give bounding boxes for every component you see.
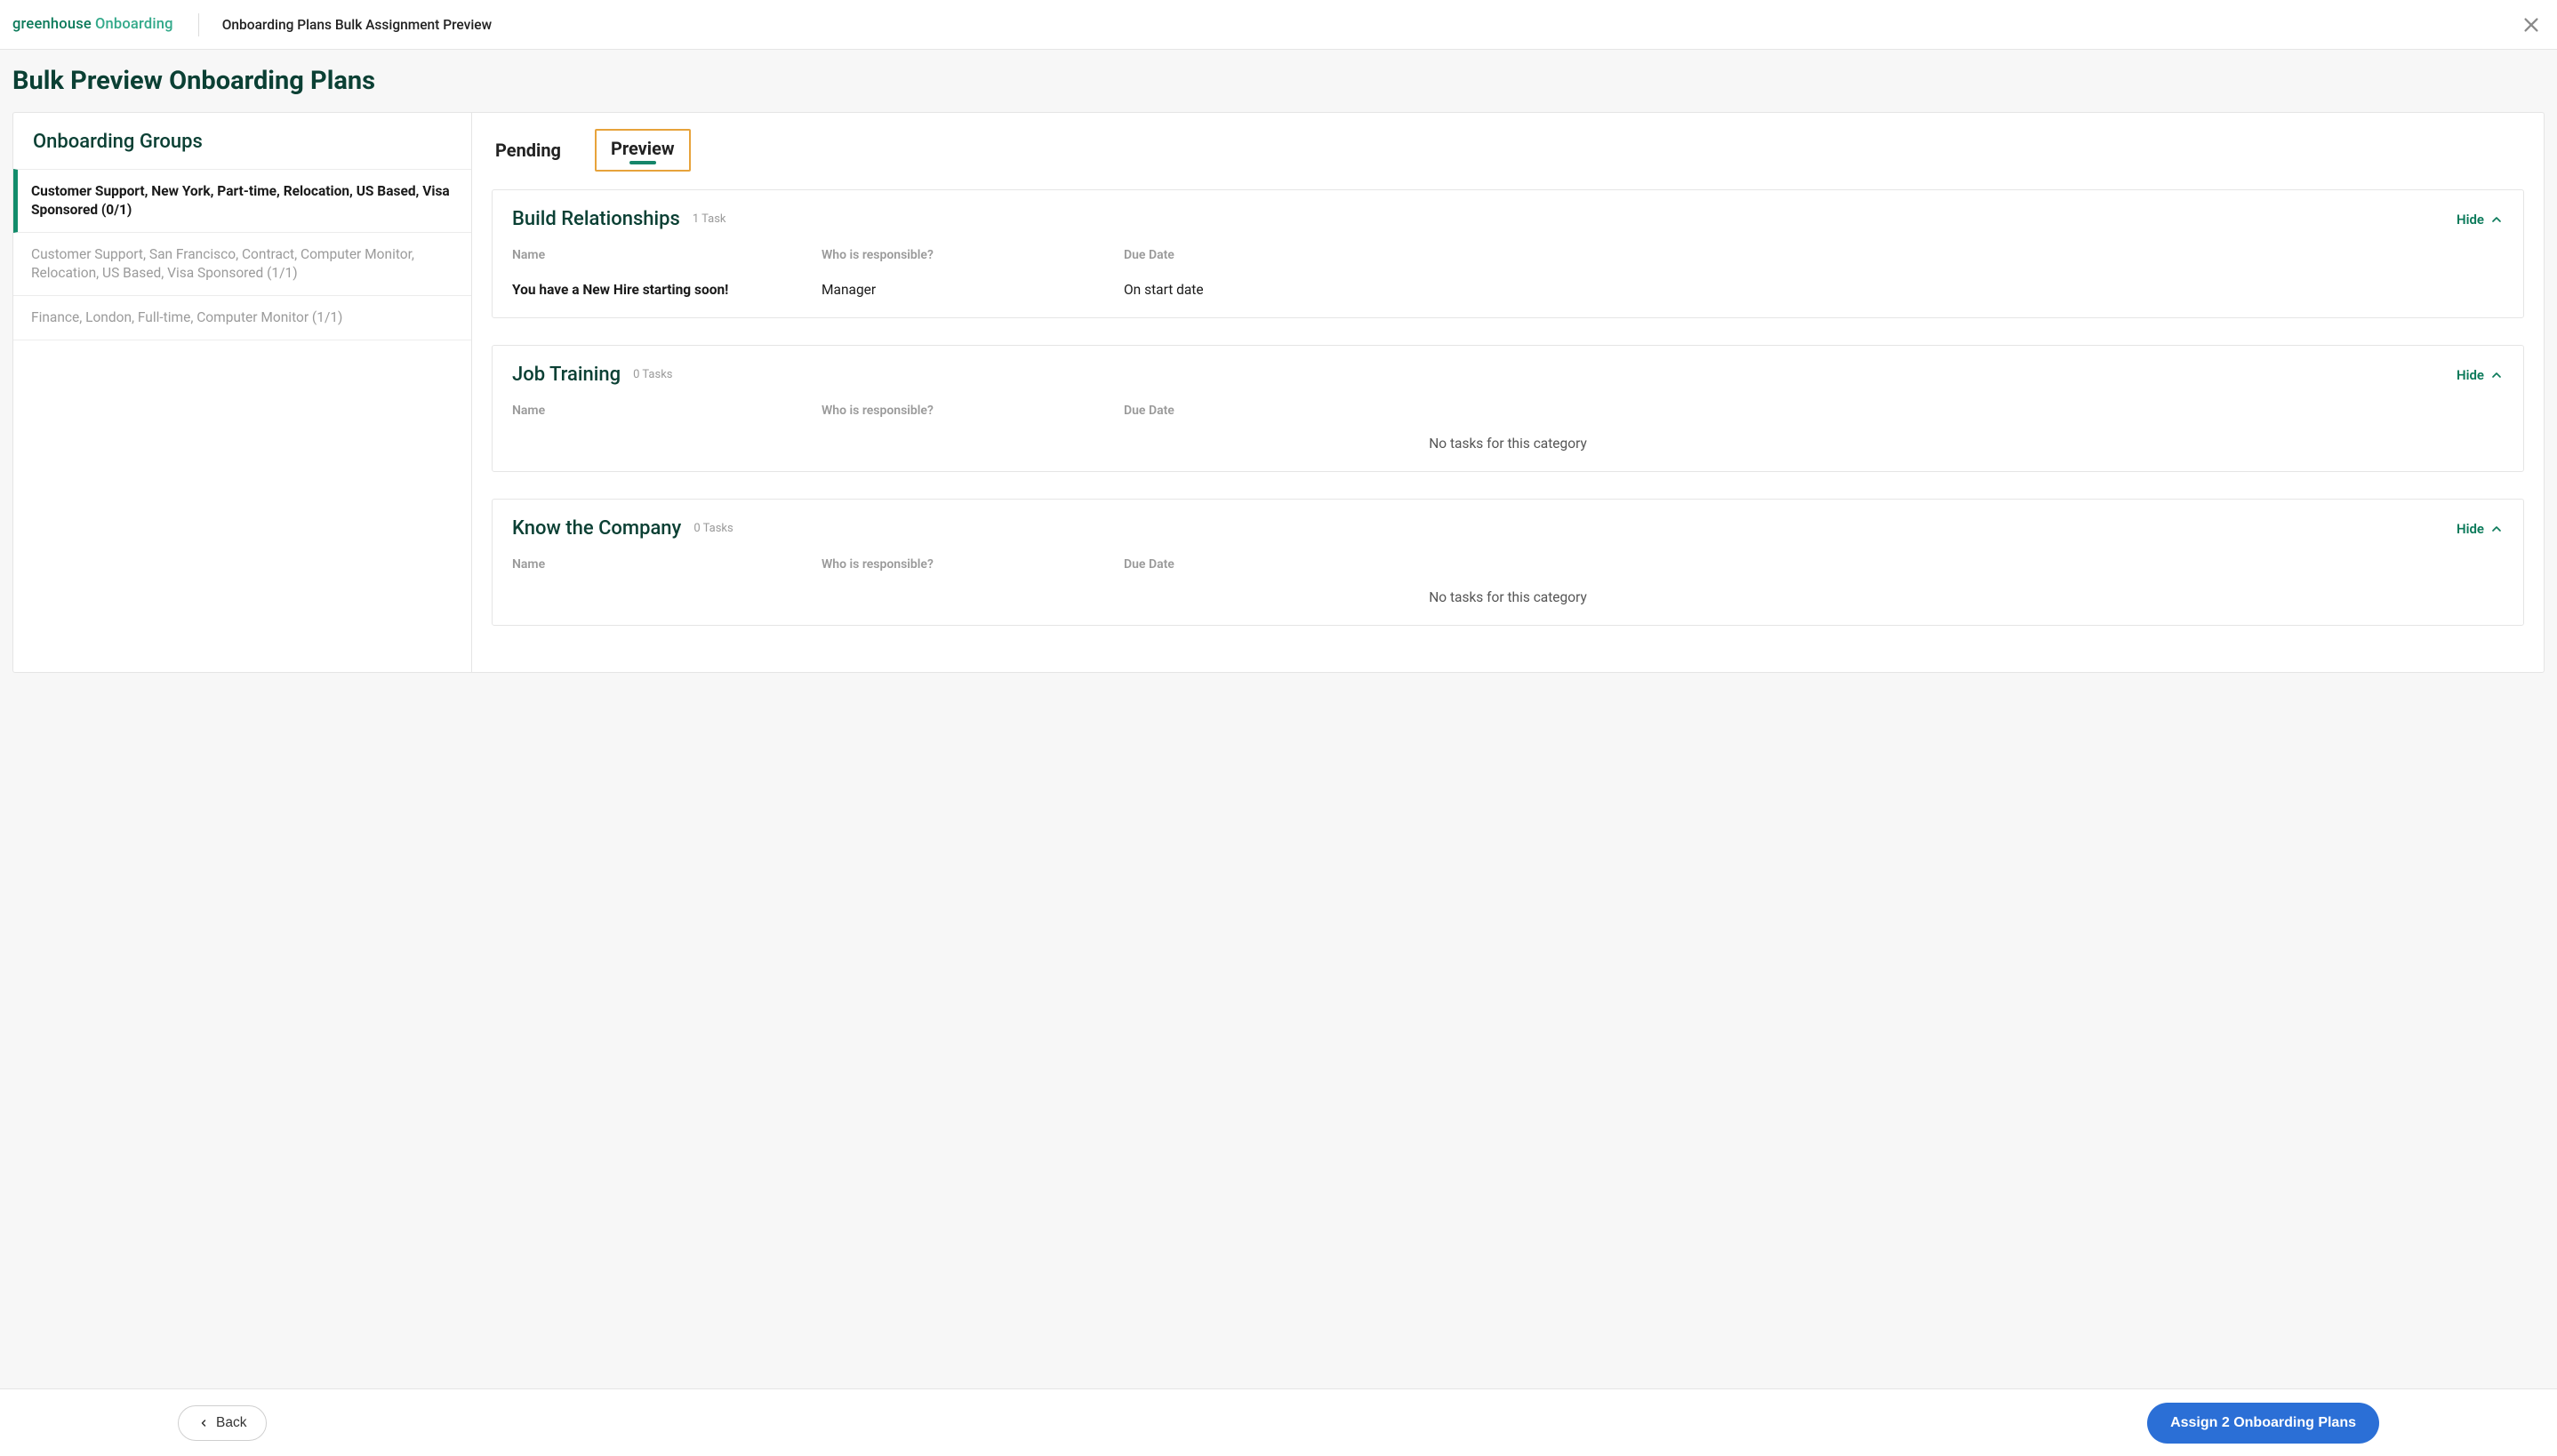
task-who: Manager	[822, 282, 1106, 298]
section-hide-toggle[interactable]: Hide	[2457, 212, 2504, 228]
main-panel: Onboarding Groups Customer Support, New …	[12, 112, 2545, 673]
logo-text-1: greenhouse	[12, 16, 92, 33]
col-name-header: Name	[512, 557, 804, 572]
section-title: Build Relationships	[512, 208, 680, 230]
tab-pending-label: Pending	[495, 140, 561, 161]
col-name-header: Name	[512, 248, 804, 262]
col-who-header: Who is responsible?	[822, 248, 1106, 262]
chevron-up-icon	[2489, 212, 2504, 227]
column-headers: Name Who is responsible? Due Date	[493, 552, 2523, 582]
assign-button[interactable]: Assign 2 Onboarding Plans	[2147, 1403, 2379, 1444]
section-task-count: 0 Tasks	[693, 522, 733, 535]
task-due: On start date	[1124, 282, 2504, 298]
col-who-header: Who is responsible?	[822, 557, 1106, 572]
column-headers: Name Who is responsible? Due Date	[493, 243, 2523, 273]
section-task-count: 1 Task	[693, 212, 726, 226]
section-header: Build Relationships 1 Task Hide	[493, 190, 2523, 243]
groups-sidebar: Onboarding Groups Customer Support, New …	[13, 113, 472, 672]
page-context-title: Onboarding Plans Bulk Assignment Preview	[222, 17, 492, 33]
column-headers: Name Who is responsible? Due Date	[493, 398, 2523, 428]
tab-pending[interactable]: Pending	[492, 132, 565, 172]
empty-message: No tasks for this category	[493, 582, 2523, 625]
chevron-left-icon	[198, 1418, 209, 1428]
empty-message: No tasks for this category	[493, 428, 2523, 471]
group-item[interactable]: Finance, London, Full-time, Computer Mon…	[13, 296, 471, 340]
section-job-training: Job Training 0 Tasks Hide Name Who is re…	[492, 345, 2524, 472]
tab-bar: Pending Preview	[492, 129, 2524, 172]
assign-label: Assign 2 Onboarding Plans	[2170, 1415, 2356, 1430]
chevron-up-icon	[2489, 522, 2504, 536]
topbar: greenhouse Onboarding Onboarding Plans B…	[0, 0, 2557, 50]
back-label: Back	[216, 1415, 246, 1431]
group-item[interactable]: Customer Support, New York, Part-time, R…	[13, 169, 471, 233]
back-button[interactable]: Back	[178, 1405, 267, 1441]
topbar-divider	[198, 13, 199, 36]
page-body: Bulk Preview Onboarding Plans Onboarding…	[0, 50, 2557, 762]
hide-label: Hide	[2457, 521, 2484, 537]
col-due-header: Due Date	[1124, 404, 2504, 418]
section-hide-toggle[interactable]: Hide	[2457, 367, 2504, 383]
tab-preview-label: Preview	[611, 138, 675, 159]
section-header: Know the Company 0 Tasks Hide	[493, 500, 2523, 552]
page-title: Bulk Preview Onboarding Plans	[12, 66, 2545, 96]
col-due-header: Due Date	[1124, 248, 2504, 262]
task-name: You have a New Hire starting soon!	[512, 282, 804, 298]
section-build-relationships: Build Relationships 1 Task Hide Name Who…	[492, 189, 2524, 318]
section-hide-toggle[interactable]: Hide	[2457, 521, 2504, 537]
close-button[interactable]	[2521, 15, 2541, 35]
groups-heading: Onboarding Groups	[33, 131, 452, 153]
hide-label: Hide	[2457, 212, 2484, 228]
col-who-header: Who is responsible?	[822, 404, 1106, 418]
group-item[interactable]: Customer Support, San Francisco, Contrac…	[13, 233, 471, 296]
section-title: Know the Company	[512, 517, 681, 540]
col-name-header: Name	[512, 404, 804, 418]
section-task-count: 0 Tasks	[633, 368, 672, 381]
app-logo: greenhouse Onboarding	[12, 16, 173, 33]
preview-pane: Pending Preview Build Relationships 1 Ta…	[472, 113, 2544, 672]
logo-text-2: Onboarding	[95, 16, 173, 33]
footer-bar: Back Assign 2 Onboarding Plans	[0, 1388, 2557, 1456]
hide-label: Hide	[2457, 367, 2484, 383]
group-list: Customer Support, New York, Part-time, R…	[13, 169, 471, 340]
tab-preview[interactable]: Preview	[595, 129, 691, 172]
task-row: You have a New Hire starting soon! Manag…	[493, 273, 2523, 317]
section-header: Job Training 0 Tasks Hide	[493, 346, 2523, 398]
section-know-the-company: Know the Company 0 Tasks Hide Name Who i…	[492, 499, 2524, 626]
tab-active-underline	[629, 161, 656, 164]
chevron-up-icon	[2489, 368, 2504, 382]
col-due-header: Due Date	[1124, 557, 2504, 572]
close-icon	[2521, 15, 2541, 35]
groups-heading-wrap: Onboarding Groups	[13, 113, 471, 169]
section-title: Job Training	[512, 364, 621, 386]
